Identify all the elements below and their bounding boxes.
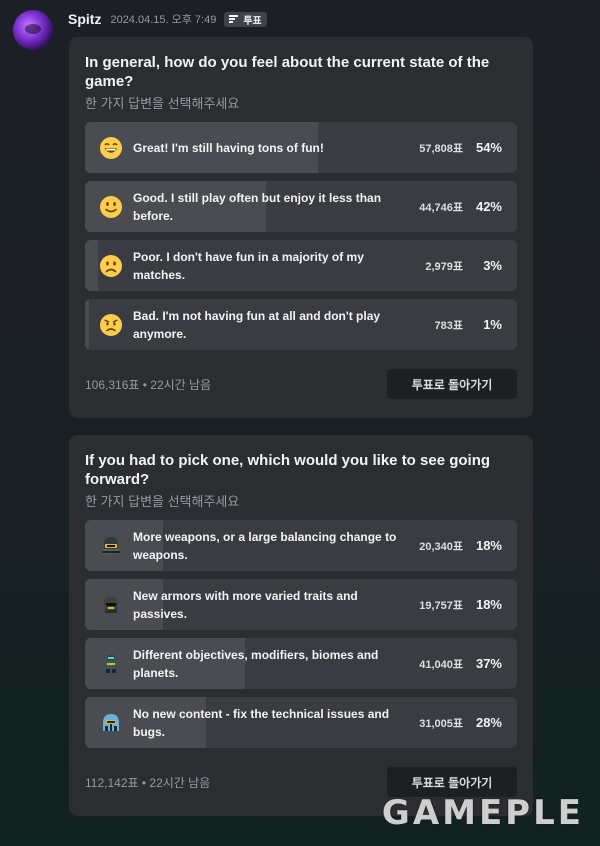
poll-answer-poor[interactable]: Poor. I don't have fun in a majority of … bbox=[85, 240, 517, 291]
watermark: GAMEPLE bbox=[381, 793, 584, 833]
poll-question: In general, how do you feel about the cu… bbox=[85, 54, 490, 90]
poll-answer-fix-issues[interactable]: No new content - fix the technical issue… bbox=[85, 697, 517, 748]
vote-count: 44,746표 bbox=[419, 201, 463, 214]
poll-answer-objectives[interactable]: Different objectives, modifiers, biomes … bbox=[85, 638, 517, 689]
answer-text: More weapons, or a large balancing chang… bbox=[133, 529, 397, 562]
poll-summary: 106,316표 • 22시간 남음 bbox=[85, 377, 212, 392]
timestamp: 2024.04.15. 오후 7:49 bbox=[110, 14, 217, 26]
vote-fill-bar bbox=[85, 299, 90, 350]
vote-fill-bar bbox=[85, 240, 98, 291]
vote-count: 57,808표 bbox=[419, 142, 463, 155]
vote-percent: 28% bbox=[475, 715, 502, 730]
vote-percent: 1% bbox=[483, 317, 502, 332]
answer-text: Different objectives, modifiers, biomes … bbox=[133, 647, 379, 680]
poll-answer-good[interactable]: Good. I still play often but enjoy it le… bbox=[85, 181, 517, 232]
poll-card-game-state: In general, how do you feel about the cu… bbox=[69, 37, 533, 418]
planet-soldier-icon bbox=[99, 652, 123, 676]
vote-count: 19,757표 bbox=[419, 599, 463, 612]
message-header: Spitz 2024.04.15. 오후 7:49 투표 bbox=[68, 10, 267, 28]
back-to-vote-button[interactable]: 투표로 돌아가기 bbox=[387, 369, 517, 399]
vote-percent: 42% bbox=[475, 199, 502, 214]
answer-text: Great! I'm still having tons of fun! bbox=[133, 140, 324, 155]
vote-percent: 54% bbox=[475, 140, 502, 155]
vote-count: 31,005표 bbox=[419, 717, 463, 730]
poll-subtitle: 한 가지 답변을 선택해주세요 bbox=[85, 96, 240, 111]
poll-summary: 112,142표 • 22시간 남음 bbox=[85, 775, 211, 790]
armor-helmet-icon bbox=[99, 593, 123, 617]
avatar[interactable] bbox=[13, 10, 53, 50]
angry-face-icon bbox=[99, 313, 123, 337]
answer-text: No new content - fix the technical issue… bbox=[133, 706, 390, 739]
grinning-face-icon bbox=[99, 136, 123, 160]
vote-percent: 3% bbox=[483, 258, 502, 273]
poll-answer-great[interactable]: Great! I'm still having tons of fun! 57,… bbox=[85, 122, 517, 173]
answer-text: New armors with more varied traits and p… bbox=[133, 588, 358, 621]
poll-tag: 투표 bbox=[224, 11, 267, 27]
answer-text: Good. I still play often but enjoy it le… bbox=[133, 190, 382, 223]
username[interactable]: Spitz bbox=[68, 11, 101, 27]
vote-count: 2,979표 bbox=[425, 260, 463, 273]
slightly-smiling-face-icon bbox=[99, 195, 123, 219]
poll-answer-armors[interactable]: New armors with more varied traits and p… bbox=[85, 579, 517, 630]
poll-list-icon bbox=[229, 15, 239, 23]
vote-count: 41,040표 bbox=[419, 658, 463, 671]
poll-tag-label: 투표 bbox=[243, 15, 262, 27]
answer-text: Poor. I don't have fun in a majority of … bbox=[133, 249, 364, 282]
frowning-face-icon bbox=[99, 254, 123, 278]
vote-count: 20,340표 bbox=[419, 540, 463, 553]
poll-subtitle: 한 가지 답변을 선택해주세요 bbox=[85, 494, 240, 509]
poll-question: If you had to pick one, which would you … bbox=[85, 452, 491, 488]
vote-percent: 37% bbox=[475, 656, 502, 671]
poll-footer: 106,316표 • 22시간 남음 투표로 돌아가기 bbox=[85, 369, 517, 399]
answer-text: Bad. I'm not having fun at all and don't… bbox=[133, 308, 381, 341]
vote-count: 783표 bbox=[434, 319, 463, 332]
vote-percent: 18% bbox=[475, 597, 502, 612]
poll-answer-weapons[interactable]: More weapons, or a large balancing chang… bbox=[85, 520, 517, 571]
weapon-helmet-icon bbox=[99, 534, 123, 558]
vote-percent: 18% bbox=[475, 538, 502, 553]
poll-answer-bad[interactable]: Bad. I'm not having fun at all and don't… bbox=[85, 299, 517, 350]
repair-helmet-icon bbox=[99, 711, 123, 735]
poll-card-future-content: If you had to pick one, which would you … bbox=[69, 435, 533, 816]
